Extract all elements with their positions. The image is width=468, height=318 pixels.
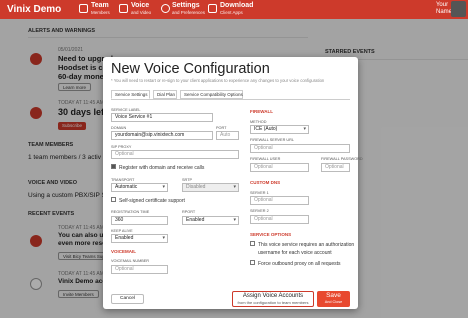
- method-label: METHOD: [250, 120, 267, 124]
- method-select[interactable]: ICE (Auto): [250, 125, 309, 134]
- service-label-label: SERVICE LABEL: [111, 108, 141, 112]
- transport-label: TRANSPORT: [111, 178, 135, 182]
- tab-divider: [111, 99, 350, 100]
- sip-proxy-input[interactable]: Optional: [111, 150, 239, 159]
- custom-dns-heading: CUSTOM DNS: [250, 180, 281, 185]
- nav-team-sub: Members: [91, 10, 110, 15]
- firewall-heading: FIREWALL: [250, 109, 273, 114]
- server1-input[interactable]: Optional: [250, 196, 309, 205]
- fw-url-input[interactable]: Optional: [250, 144, 350, 153]
- assign-sublabel: from the configuration to team members: [237, 300, 309, 305]
- transport-select[interactable]: Automatic: [111, 183, 168, 192]
- nav-download[interactable]: Download Client Apps: [220, 2, 253, 16]
- outbound-checkbox-label: Force outbound proxy on all requests: [258, 261, 341, 267]
- checkbox-checked-icon: [111, 164, 116, 170]
- reg-time-label: REGISTRATION TIME: [111, 210, 150, 214]
- checkbox-icon: [111, 197, 116, 203]
- fw-pass-label: FIREWALL PASSWORD: [321, 157, 363, 161]
- domain-label: DOMAIN: [111, 126, 127, 130]
- port-label: PORT: [216, 126, 227, 130]
- service-label-input[interactable]: Voice Service #1: [111, 113, 213, 122]
- nav-team-label: Team: [91, 2, 109, 9]
- sip-proxy-label: SIP PROXY: [111, 145, 132, 149]
- gear-icon: [161, 4, 170, 13]
- domain-input[interactable]: yourdomain@sip.vinixtech.com: [111, 131, 213, 140]
- checkbox-icon: [250, 260, 255, 266]
- fw-url-label: FIREWALL SERVER URL: [250, 138, 294, 142]
- vm-number-input[interactable]: Optional: [111, 265, 168, 274]
- server2-label: SERVER 2: [250, 209, 269, 213]
- nav-voice-sub: and Video: [131, 10, 152, 15]
- fw-pass-input[interactable]: Optional: [321, 163, 350, 172]
- user-name-1: Your: [435, 2, 449, 8]
- dialog-title: New Voice Configuration: [111, 61, 270, 77]
- service-options-heading: SERVICE OPTIONS: [250, 232, 292, 237]
- assign-label: Assign Voice Accounts: [242, 293, 304, 299]
- register-checkbox-label: Register with domain and receive calls: [119, 165, 205, 171]
- nav-settings-label: Settings: [172, 2, 200, 9]
- server1-label: SERVER 1: [250, 191, 269, 195]
- selfsigned-checkbox-label: Self-signed certificate support: [119, 198, 185, 204]
- nav-settings-sub: and Preferences: [172, 10, 206, 15]
- voicemail-heading: VOICEMAIL: [111, 249, 137, 254]
- save-button[interactable]: Save And Close: [317, 291, 350, 307]
- selfsigned-checkbox[interactable]: Self-signed certificate support: [111, 197, 185, 204]
- srtp-select[interactable]: Disabled: [182, 183, 239, 192]
- keepalive-label: KEEP ALIVE: [111, 229, 133, 233]
- tab-service-settings[interactable]: Service Settings: [111, 90, 150, 99]
- nav-voice-label: Voice: [131, 2, 150, 9]
- top-bar: Vinix Demo Team Members Voice and Video Se…: [0, 0, 468, 19]
- voice-config-dialog: New Voice Configuration * You will need …: [103, 57, 363, 309]
- assign-voice-accounts-button[interactable]: Assign Voice Accounts from the configura…: [232, 291, 314, 307]
- checkbox-icon: [250, 241, 255, 247]
- auth-checkbox-label-1: This voice service requires an authoriza…: [258, 242, 355, 248]
- cancel-button[interactable]: Cancel: [111, 294, 144, 304]
- tab-service-compat[interactable]: Service Compatibility Options: [180, 90, 243, 99]
- user-name-2: Name: [435, 9, 452, 15]
- port-input[interactable]: Auto: [216, 131, 239, 140]
- save-label: Save: [326, 292, 341, 299]
- srtp-label: SRTP: [182, 178, 193, 182]
- tab-dial-plan[interactable]: Dial Plan: [153, 90, 177, 99]
- nav-team[interactable]: Team Members: [91, 2, 110, 16]
- auth-username-checkbox[interactable]: This voice service requires an authoriza…: [250, 241, 355, 248]
- server2-input[interactable]: Optional: [250, 215, 309, 224]
- nav-download-label: Download: [220, 2, 254, 9]
- download-icon: [208, 4, 217, 13]
- keepalive-select[interactable]: Enabled: [111, 234, 168, 243]
- fw-user-label: FIREWALL USER: [250, 157, 281, 161]
- vm-number-label: VOICEMAIL NUMBER: [111, 259, 150, 263]
- save-sublabel: And Close: [324, 300, 343, 304]
- rport-label: RPORT: [182, 210, 196, 214]
- app-title: Vinix Demo: [7, 4, 62, 15]
- dialog-subtitle: * You will need to restart or re-sign to…: [111, 78, 325, 83]
- voice-icon: [119, 4, 128, 13]
- reg-time-input[interactable]: 360: [111, 216, 168, 225]
- fw-user-input[interactable]: Optional: [250, 163, 309, 172]
- rport-select[interactable]: Enabled: [182, 216, 239, 225]
- avatar[interactable]: [451, 1, 466, 17]
- user-menu[interactable]: Your Name: [436, 2, 452, 16]
- outbound-proxy-checkbox[interactable]: Force outbound proxy on all requests: [250, 260, 341, 267]
- register-checkbox[interactable]: Register with domain and receive calls: [111, 164, 205, 171]
- nav-voice[interactable]: Voice and Video: [131, 2, 151, 16]
- nav-download-sub: Client Apps: [220, 10, 243, 15]
- team-icon: [79, 4, 88, 13]
- nav-settings[interactable]: Settings and Preferences: [172, 2, 205, 16]
- auth-checkbox-label-2: username for each voice account: [258, 250, 332, 256]
